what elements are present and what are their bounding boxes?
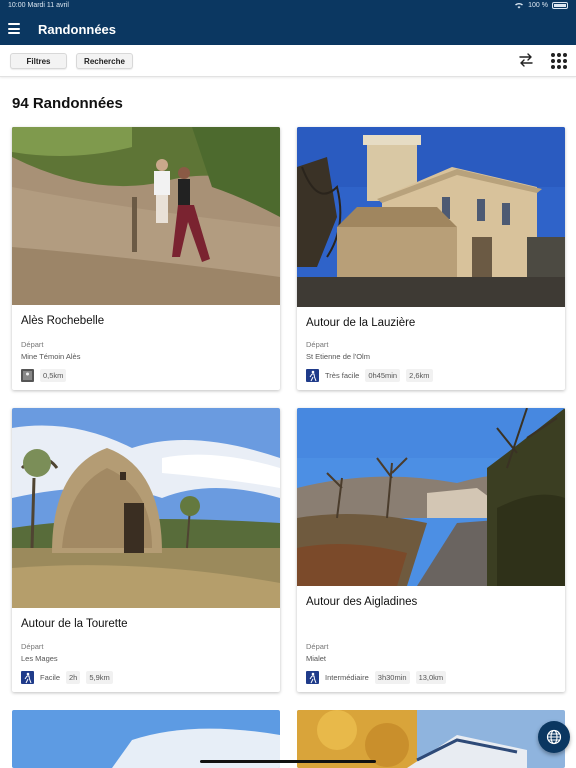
hike-card-tourette[interactable]: Autour de la Tourette Départ Les Mages F… <box>12 408 280 692</box>
hiker-icon <box>21 670 34 684</box>
hike-card-aigladines[interactable]: Autour des Aigladines Départ Mialet Inte… <box>297 408 565 692</box>
hike-meta: Intermédiaire 3h30min 13,0km <box>306 670 447 684</box>
hamburger-menu-icon[interactable] <box>8 23 20 34</box>
distance: 0,5km <box>40 368 67 382</box>
filter-toolbar: Filtres Recherche <box>0 45 576 77</box>
hike-card-ales-rochebelle[interactable]: Alès Rochebelle Départ Mine Témoin Alès … <box>12 127 280 390</box>
hike-meta: Très facile 0h45min 2,6km <box>306 368 433 382</box>
hike-card-lauziere[interactable]: Autour de la Lauzière Départ St Etienne … <box>297 127 565 390</box>
start-label: Départ <box>21 340 44 349</box>
hike-title: Autour de la Tourette <box>21 618 128 630</box>
difficulty-icon <box>21 368 34 382</box>
hiker-icon <box>306 368 319 382</box>
home-indicator[interactable] <box>200 760 376 763</box>
duration: 0h45min <box>365 368 401 382</box>
status-bar: 10:00 Mardi 11 avril 100 % <box>0 0 576 13</box>
map-globe-button[interactable] <box>538 721 570 753</box>
status-time: 10:00 Mardi 11 avril <box>8 2 69 9</box>
hike-title: Alès Rochebelle <box>21 315 105 327</box>
wifi-icon <box>515 2 524 9</box>
difficulty-label: Intermédiaire <box>325 672 369 682</box>
grid-view-icon[interactable] <box>551 53 567 69</box>
battery-percentage: 100 % <box>528 2 548 9</box>
start-label: Départ <box>306 340 329 349</box>
distance: 5,9km <box>86 670 113 684</box>
duration: 3h30min <box>374 670 410 684</box>
hike-photo <box>297 127 565 307</box>
distance: 2,6km <box>406 368 433 382</box>
results-count: 94 Randonnées <box>12 95 123 112</box>
filters-button[interactable]: Filtres <box>10 53 67 69</box>
hike-photo <box>297 408 565 586</box>
search-button[interactable]: Recherche <box>76 53 133 69</box>
duration: 2h <box>66 670 81 684</box>
start-location: Mialet <box>306 654 327 663</box>
start-label: Départ <box>21 642 44 651</box>
globe-icon <box>546 729 562 745</box>
hike-meta: 0,5km <box>21 368 67 382</box>
hike-meta: Facile 2h 5,9km <box>21 670 113 684</box>
app-header: 10:00 Mardi 11 avril 100 % Randonnées <box>0 0 576 45</box>
hike-photo <box>12 127 280 305</box>
start-location: St Etienne de l'Olm <box>306 352 370 361</box>
hike-title: Autour de la Lauzière <box>306 317 416 329</box>
hike-title: Autour des Aigladines <box>306 596 418 608</box>
hiker-icon <box>306 670 319 684</box>
page-title: Randonnées <box>38 22 117 37</box>
start-label: Départ <box>306 642 329 651</box>
status-indicators: 100 % <box>514 2 568 9</box>
difficulty-label: Facile <box>40 672 61 682</box>
start-location: Mine Témoin Alès <box>21 352 81 361</box>
distance: 13,0km <box>415 670 447 684</box>
hike-photo <box>12 408 280 608</box>
difficulty-label: Très facile <box>325 370 360 380</box>
swap-arrows-icon[interactable] <box>518 52 534 68</box>
battery-icon <box>552 2 568 9</box>
start-location: Les Mages <box>21 654 58 663</box>
